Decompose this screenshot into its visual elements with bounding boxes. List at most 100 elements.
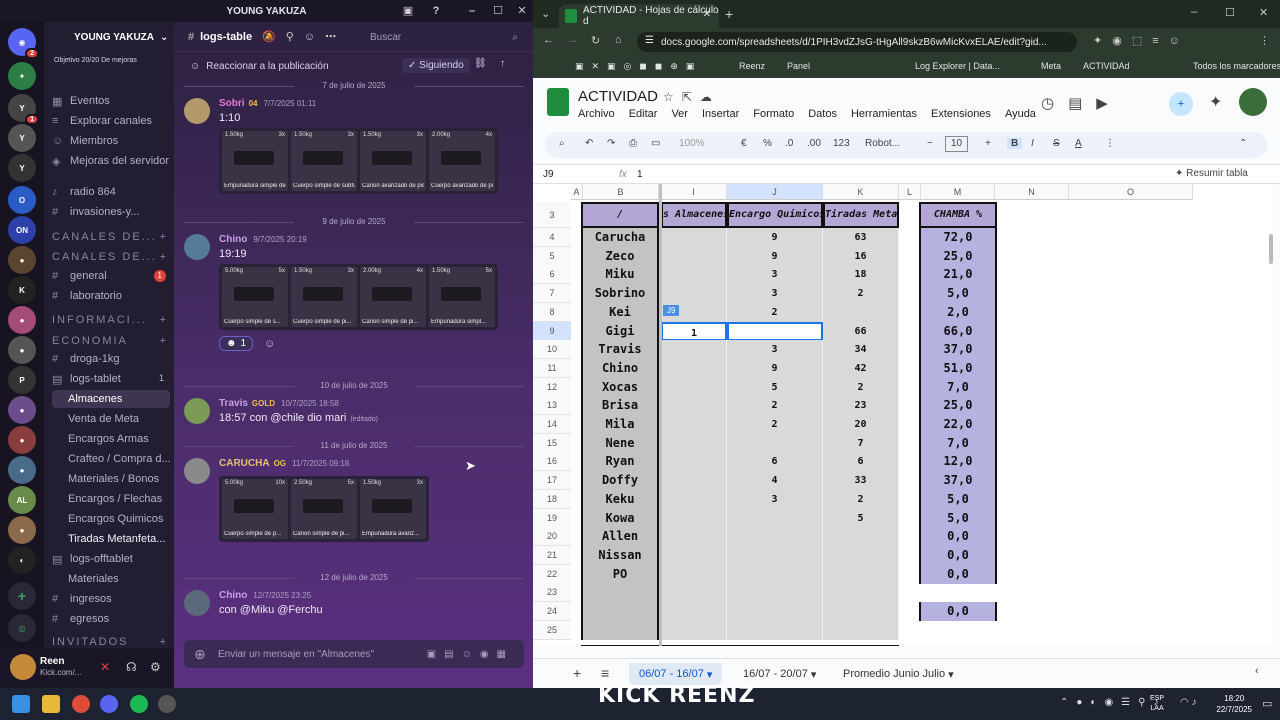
channel-name[interactable]: logs-table [200,31,252,43]
percent-cell[interactable]: 51,0 [919,359,997,378]
name-cell[interactable]: Ryan [581,452,659,471]
add-channel-icon[interactable]: + [160,251,166,263]
share-button[interactable]: + [1169,92,1193,116]
add-channel-icon[interactable]: + [160,335,166,347]
item-card[interactable]: 1.50kg 3x Empuñadura avanz... [360,479,426,539]
server-icon[interactable]: Y1 [8,94,39,125]
all-sheets-icon[interactable]: ≡ [601,665,609,681]
name-cell[interactable]: Chino [581,359,659,378]
value-cell[interactable] [661,247,727,266]
spreadsheet-grid[interactable]: A B I J K L M N O 3 /s Almacenes Encargo Quimicos Ti… [533,184,1273,646]
row-header[interactable]: 11 [533,359,571,378]
collapse-icon[interactable]: ⌃ [1239,138,1247,149]
bookmark-item[interactable]: Reenz [739,61,765,71]
name-cell[interactable]: Sobrino [581,284,659,303]
menu-item[interactable]: Herramientas [851,108,917,120]
server-icon[interactable]: ON [8,216,36,244]
document-title[interactable]: ACTIVIDAD [578,88,658,105]
server-icon[interactable]: ● [8,246,36,274]
sheet-tab[interactable]: 16/07 - 20/07 ▾ [733,663,826,685]
channel-item[interactable]: # droga-1kg [52,350,170,368]
star-move-cloud-icons[interactable]: ☆⇱☁ [663,90,720,104]
channel-item[interactable]: Encargos / Flechas [52,490,170,508]
bookmark-item[interactable]: Panel [787,61,810,71]
value-cell[interactable] [727,565,823,584]
percent-cell[interactable]: 0,0 [919,565,997,584]
value-cell[interactable] [661,490,727,509]
value-cell[interactable]: 9 [727,228,823,247]
search-input[interactable]: Buscar ⌕ [364,28,524,46]
value-cell[interactable]: 23 [823,396,899,415]
avatar[interactable] [184,458,210,484]
item-card[interactable]: 2.50kg 5x Cañon simple de pi... [291,479,357,539]
value-cell[interactable] [661,340,727,359]
channel-item[interactable]: CANALES DE... + [52,228,170,246]
avatar[interactable] [1239,88,1267,116]
value-cell[interactable]: 5 [823,509,899,528]
percent-cell[interactable]: 7,0 [919,434,997,453]
column-header[interactable]: A [571,184,583,200]
message-author[interactable]: Sobri 04 7/7/2025 01:11 [219,98,316,109]
server-icon[interactable]: P [8,366,36,394]
message-input[interactable]: ⊕ Enviar un mensaje en "Almacenes" ▣▤☺◉▦ [184,640,524,668]
members-item[interactable]: ☺ Miembros [52,132,170,150]
site-info-icon[interactable]: ☰ [645,35,654,46]
server-icon[interactable]: ● [8,516,36,544]
channel-item[interactable]: Encargos Armas [52,430,170,448]
server-icon[interactable]: ✦ [8,62,36,90]
value-cell[interactable]: 3 [727,340,823,359]
row-header[interactable]: 17 [533,471,571,490]
row-header[interactable]: 15 [533,434,571,453]
column-header[interactable]: O [1069,184,1193,200]
more-icon[interactable]: ⋯ [325,30,336,43]
boost-goal[interactable]: Objetivo 20/20 De mejoras [54,56,166,78]
value-cell[interactable]: 18 [823,265,899,284]
zoom-select[interactable]: 100% [679,138,705,149]
name-cell[interactable]: Nene [581,434,659,453]
name-cell[interactable]: Allen [581,527,659,546]
currency-button[interactable]: € [741,138,747,149]
column-header[interactable]: I [661,184,727,200]
maximize-button[interactable]: ☐ [486,0,510,22]
value-cell[interactable] [823,303,899,322]
explore-icon[interactable]: ◎ [8,614,36,642]
redo-icon[interactable]: ↷ [607,138,615,149]
item-card[interactable]: 5.00kg 5x Cuerpo simple de s... [222,267,288,327]
percent-cell[interactable]: 5,0 [919,490,997,509]
value-cell[interactable]: 3 [727,490,823,509]
value-cell[interactable] [661,452,727,471]
item-card[interactable]: 2.00kg 4x Cuerpo avanzado de pistola [429,131,495,191]
name-cell[interactable] [581,602,659,621]
server-icon[interactable]: ● [8,306,36,334]
name-cell[interactable]: Nissan [581,546,659,565]
avatar[interactable] [184,98,210,124]
channel-item[interactable]: ▤ logs-tablet 1 [52,370,170,388]
server-icon[interactable]: Y [8,124,36,152]
value-cell[interactable]: 4 [727,471,823,490]
search-menus-icon[interactable]: ⌕ [559,138,565,149]
explore-channels-item[interactable]: ≡ Explorar canales [52,112,170,130]
channel-item[interactable]: Crafteo / Compra d... [52,450,170,468]
menu-item[interactable]: Extensiones [931,108,991,120]
row-header[interactable]: 8 [533,303,571,322]
value-cell[interactable] [823,565,899,584]
channel-item[interactable]: ECONOMIA + [52,332,170,350]
row-header[interactable]: 21 [533,546,571,565]
item-card[interactable]: 1.50kg 5x Empuñadura simpl... [429,267,495,327]
name-cell[interactable]: Travis [581,340,659,359]
server-icon[interactable]: ● [8,456,36,484]
menu-item[interactable]: Editar [629,108,658,120]
value-cell[interactable]: 2 [727,396,823,415]
row-header[interactable]: 25 [533,621,571,640]
add-channel-icon[interactable]: + [160,636,166,648]
bold-button[interactable]: B [1007,138,1023,149]
name-cell[interactable]: Zeco [581,247,659,266]
paint-format-icon[interactable]: ▭ [651,138,660,149]
item-embed[interactable]: 5.00kg 5x Cuerpo simple de s... 1.50kg 3x Cue… [219,264,498,330]
value-cell[interactable]: 3 [727,284,823,303]
channel-item[interactable]: ♪ radio 864 [52,183,170,201]
settings-gear-icon[interactable]: ⚙ [150,660,161,674]
value-cell[interactable]: 2 [727,303,823,322]
avatar[interactable] [10,654,36,680]
increase-font-icon[interactable]: + [985,138,991,149]
